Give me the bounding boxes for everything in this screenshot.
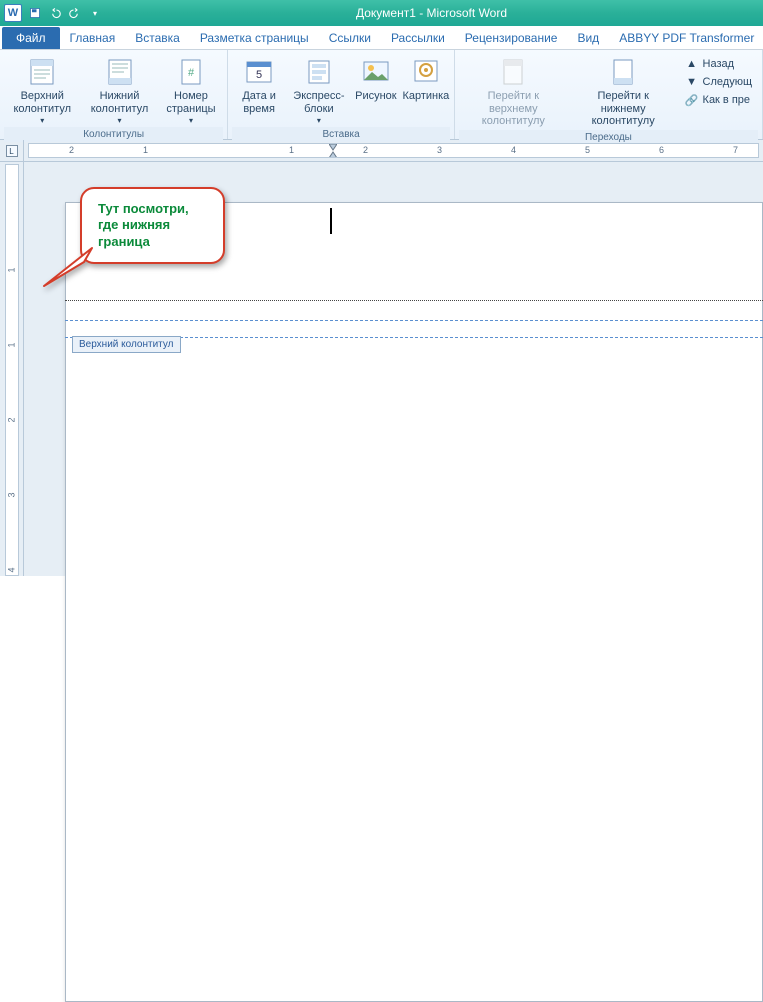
vruler-num: 1: [7, 267, 17, 272]
tab-abbyy[interactable]: ABBYY PDF Transformer: [609, 27, 763, 49]
arrow-down-icon: ▼: [685, 75, 699, 89]
nav-back-label: Назад: [703, 58, 735, 70]
goto-header-label: Перейти к верхнему колонтитулу: [463, 90, 564, 128]
tab-file[interactable]: Файл: [2, 27, 60, 49]
ruler-num: 3: [437, 145, 442, 155]
group-headers-footers: Верхний колонтитул ▾ Нижний колонтитул ▾…: [0, 50, 228, 139]
tab-mailings[interactable]: Рассылки: [381, 27, 455, 49]
header-label: Верхний колонтитул: [8, 90, 76, 115]
vruler-num: 4: [7, 567, 17, 572]
title-bar: W ▾ Документ1 - Microsoft Word: [0, 0, 763, 26]
header-tag: Верхний колонтитул: [72, 336, 181, 353]
picture-button[interactable]: Рисунок: [352, 54, 400, 105]
chevron-down-icon: ▾: [189, 116, 193, 125]
save-icon[interactable]: [26, 4, 44, 22]
vertical-ruler[interactable]: 1 1 2 3 4: [0, 162, 24, 576]
chevron-down-icon: ▾: [40, 116, 44, 125]
page-number-button[interactable]: # Номер страницы ▾: [159, 54, 224, 127]
page-number-label: Номер страницы: [163, 90, 220, 115]
nav-next-label: Следующ: [703, 76, 752, 88]
calendar-icon: 5: [243, 56, 275, 88]
nav-back-button[interactable]: ▲ Назад: [681, 56, 756, 72]
ribbon: Верхний колонтитул ▾ Нижний колонтитул ▾…: [0, 50, 763, 140]
ruler-num: 7: [733, 145, 738, 155]
callout-text: Тут посмотри, где нижняя граница: [98, 201, 189, 249]
ruler-num: 6: [659, 145, 664, 155]
vruler-num: 3: [7, 492, 17, 497]
header-button[interactable]: Верхний колонтитул ▾: [4, 54, 80, 127]
undo-icon[interactable]: [46, 4, 64, 22]
ruler-num: 1: [143, 145, 148, 155]
document-title: Документ1 - Microsoft Word: [104, 6, 759, 20]
group-insert: 5 Дата и время Экспресс-блоки ▾ Рисунок …: [228, 50, 455, 139]
workspace: 1 1 2 3 4 Верхний колонтитул Тут посмотр…: [0, 162, 763, 576]
horizontal-ruler[interactable]: 2 1 1 2 3 4 5 6 7: [28, 143, 759, 158]
clipart-icon: [410, 56, 442, 88]
first-line-indent-icon[interactable]: [329, 144, 337, 158]
arrow-up-icon: ▲: [685, 57, 699, 71]
date-time-label: Дата и время: [236, 90, 282, 115]
chevron-down-icon: ▾: [317, 116, 321, 125]
ruler-num: 2: [363, 145, 368, 155]
text-cursor: [330, 208, 332, 234]
clipart-label: Картинка: [402, 90, 449, 103]
tab-review[interactable]: Рецензирование: [455, 27, 568, 49]
link-icon: 🔗: [685, 93, 699, 107]
group-label: Колонтитулы: [4, 127, 223, 142]
redo-icon[interactable]: [66, 4, 84, 22]
link-prev-label: Как в пре: [703, 94, 751, 106]
clipart-button[interactable]: Картинка: [402, 54, 450, 105]
tab-view[interactable]: Вид: [567, 27, 609, 49]
quick-access-toolbar: ▾: [26, 4, 104, 22]
page-number-icon: #: [175, 56, 207, 88]
quick-parts-button[interactable]: Экспресс-блоки ▾: [288, 54, 350, 127]
callout-tail-icon: [42, 240, 102, 288]
footer-icon: [104, 56, 136, 88]
group-label: Вставка: [232, 127, 450, 142]
tab-home[interactable]: Главная: [60, 27, 126, 49]
app-icon: W: [4, 4, 22, 22]
header-icon: [26, 56, 58, 88]
goto-header-button: Перейти к верхнему колонтитулу: [459, 54, 568, 130]
picture-label: Рисунок: [355, 90, 397, 103]
picture-icon: [360, 56, 392, 88]
svg-text:5: 5: [256, 69, 262, 81]
tab-insert[interactable]: Вставка: [125, 27, 190, 49]
ruler-area: L 2 1 1 2 3 4 5 6 7: [0, 140, 763, 162]
footer-button[interactable]: Нижний колонтитул ▾: [82, 54, 156, 127]
ruler-num: 2: [69, 145, 74, 155]
date-time-button[interactable]: 5 Дата и время: [232, 54, 286, 117]
goto-header-icon: [497, 56, 529, 88]
goto-footer-icon: [607, 56, 639, 88]
chevron-down-icon: ▾: [118, 116, 122, 125]
quick-parts-label: Экспресс-блоки: [292, 90, 346, 115]
annotation-callout: Тут посмотри, где нижняя граница: [80, 187, 225, 264]
goto-footer-button[interactable]: Перейти к нижнему колонтитулу: [570, 54, 677, 130]
ruler-num: 4: [511, 145, 516, 155]
group-navigation: Перейти к верхнему колонтитулу Перейти к…: [455, 50, 763, 139]
section-separator: [65, 300, 763, 301]
ruler-num: 1: [289, 145, 294, 155]
ruler-corner[interactable]: L: [0, 140, 24, 162]
goto-footer-label: Перейти к нижнему колонтитулу: [574, 90, 673, 128]
ribbon-tabs: Файл Главная Вставка Разметка страницы С…: [0, 26, 763, 50]
tab-page-layout[interactable]: Разметка страницы: [190, 27, 319, 49]
footer-label: Нижний колонтитул: [86, 90, 152, 115]
tab-references[interactable]: Ссылки: [319, 27, 381, 49]
link-prev-button[interactable]: 🔗 Как в пре: [681, 92, 756, 108]
qat-dropdown-icon[interactable]: ▾: [86, 4, 104, 22]
vruler-num: 2: [7, 417, 17, 422]
vruler-num: 1: [7, 342, 17, 347]
quick-parts-icon: [303, 56, 335, 88]
ruler-num: 5: [585, 145, 590, 155]
nav-next-button[interactable]: ▼ Следующ: [681, 74, 756, 90]
svg-text:#: #: [188, 67, 195, 79]
